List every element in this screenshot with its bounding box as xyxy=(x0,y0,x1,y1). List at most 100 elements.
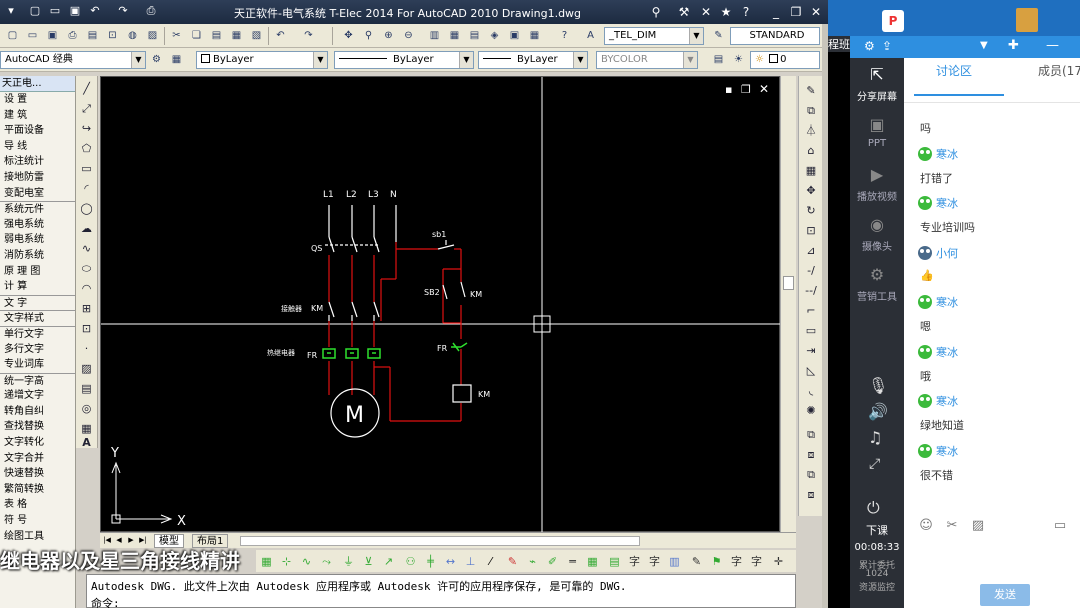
menu-item[interactable]: 文字样式 xyxy=(0,310,75,326)
viewport-close-icon[interactable]: ✕ xyxy=(759,82,769,96)
paste-icon[interactable]: ▤ xyxy=(208,27,225,44)
polygon-icon[interactable]: ⬠ xyxy=(78,140,95,157)
plotstyle-select[interactable]: BYCOLOR ▼ xyxy=(596,51,698,69)
point-icon[interactable]: · xyxy=(78,340,95,357)
menu-item[interactable]: 单行文字 xyxy=(0,325,75,342)
offset-icon[interactable]: ⌂ xyxy=(802,142,820,159)
music-icon[interactable]: ♫ xyxy=(868,428,882,447)
class-tool-1[interactable]: ▣ PPT xyxy=(850,114,904,149)
redo-toolbar-icon[interactable]: ↷ xyxy=(300,27,317,44)
menu-item[interactable]: 文 字 xyxy=(0,294,75,311)
menu-item[interactable]: 导 线 xyxy=(0,139,75,155)
break-icon[interactable]: ▭ xyxy=(802,322,820,339)
ellipse-arc-icon[interactable]: ◠ xyxy=(78,280,95,297)
scissors-icon[interactable]: ✂ xyxy=(944,518,960,534)
app-menu-icon[interactable]: ▾ xyxy=(4,4,18,18)
trim-icon[interactable]: -/ xyxy=(802,262,820,279)
gear-icon[interactable]: ⚙ xyxy=(864,39,875,53)
favorites-icon[interactable]: ★ xyxy=(718,4,734,20)
close-window-icon[interactable]: ✕ xyxy=(808,4,824,20)
erase-icon[interactable]: ✎ xyxy=(802,82,820,99)
insert-block-icon[interactable]: ⊞ xyxy=(78,300,95,317)
cross-tool-icon[interactable]: ✛ xyxy=(770,553,787,570)
dimstyle-manager-icon[interactable]: ✎ xyxy=(710,27,727,44)
menu-item[interactable]: 消防系统 xyxy=(0,248,75,264)
pan-icon[interactable]: ✥ xyxy=(340,27,357,44)
polyline-icon[interactable]: ↪ xyxy=(78,120,95,137)
fullscreen-icon[interactable]: ⤢ xyxy=(869,456,880,472)
mirror-icon[interactable]: ⏃ xyxy=(802,122,820,139)
chamfer-icon[interactable]: ◺ xyxy=(802,362,820,379)
copy-icon[interactable]: ❏ xyxy=(188,27,205,44)
arc-icon[interactable]: ◜ xyxy=(78,180,95,197)
open-file-icon[interactable]: ▭ xyxy=(48,4,62,18)
linetype-select[interactable]: ByLayer ▼ xyxy=(334,51,474,69)
properties-icon[interactable]: ▥ xyxy=(426,27,443,44)
undo-icon[interactable]: ↶ xyxy=(88,4,102,18)
publish-icon[interactable]: ⊡ xyxy=(104,27,121,44)
drawing-canvas[interactable]: ▪ ❐ ✕ L1 L2 L3 N M sb1 SB2 KM KM FR QS 接… xyxy=(100,76,781,533)
tab-members[interactable]: 成员(17 xyxy=(1038,62,1080,79)
zoom-realtime-icon[interactable]: ⚲ xyxy=(360,27,377,44)
gradient-icon[interactable]: ▤ xyxy=(78,380,95,397)
menu-item[interactable]: 变配电室 xyxy=(0,186,75,202)
sheet-set-icon[interactable]: ◈ xyxy=(486,27,503,44)
menu-item[interactable]: 建 筑 xyxy=(0,108,75,124)
cable-tool-icon[interactable]: ⌁ xyxy=(524,553,541,570)
region-icon[interactable]: ◎ xyxy=(78,400,95,417)
ellipse-icon[interactable]: ⬭ xyxy=(78,260,95,277)
menu-item[interactable]: 转角自纠 xyxy=(0,404,75,420)
restore-icon[interactable]: ❐ xyxy=(788,4,804,20)
grid-tool-icon[interactable]: ▦ xyxy=(258,553,275,570)
help-toolbar-icon[interactable]: ? xyxy=(556,27,573,44)
class-tool-2[interactable]: ▶ 播放视频 xyxy=(850,164,904,203)
text-tool-icon[interactable]: 字 xyxy=(626,553,643,570)
array-icon[interactable]: ▦ xyxy=(802,162,820,179)
menu-item[interactable]: 快速替换 xyxy=(0,466,75,482)
end-class-icon[interactable]: ⏻ xyxy=(867,498,880,518)
menu-item[interactable]: 原 理 图 xyxy=(0,264,75,280)
menu-item[interactable]: 文字合并 xyxy=(0,451,75,467)
bring-front-icon[interactable]: ⧉ xyxy=(802,466,820,483)
send-button[interactable]: 发送 xyxy=(980,584,1030,606)
emoji-icon[interactable]: ☺ xyxy=(918,518,934,534)
make-block-icon[interactable]: ⊡ xyxy=(78,320,95,337)
rotate-icon[interactable]: ↻ xyxy=(802,202,820,219)
draw-order-icon[interactable]: ⧉ xyxy=(802,426,820,443)
layer-select[interactable]: ☼ 0 xyxy=(750,51,820,69)
dropdown-icon[interactable]: ▼ xyxy=(980,40,988,51)
zoom-window-icon[interactable]: ⊕ xyxy=(380,27,397,44)
symbol-tool-icon[interactable]: ⚑ xyxy=(708,553,725,570)
menu-item[interactable]: 设 置 xyxy=(0,92,75,108)
menu-item[interactable]: 多行文字 xyxy=(0,342,75,358)
horizontal-scrollbar[interactable] xyxy=(240,536,640,546)
circle-icon[interactable]: ◯ xyxy=(78,200,95,217)
workspace-select[interactable]: AutoCAD 经典 ▼ xyxy=(0,51,146,69)
mark-tool-icon[interactable]: ⊥ xyxy=(462,553,479,570)
extend-icon[interactable]: --/ xyxy=(802,282,820,299)
arrow-tool-icon[interactable]: ↗ xyxy=(380,553,397,570)
vertical-scrollbar[interactable] xyxy=(780,76,796,532)
message-user[interactable]: 寒冰 xyxy=(918,294,958,310)
menu-item[interactable]: 递增文字 xyxy=(0,388,75,404)
tools-icon[interactable]: ⚒ xyxy=(676,4,692,20)
lines-tool-icon[interactable]: ═ xyxy=(564,553,581,570)
menu-item[interactable]: 强电系统 xyxy=(0,217,75,233)
menu-item[interactable]: 文字转化 xyxy=(0,435,75,451)
print-icon[interactable]: ⎙ xyxy=(144,4,158,18)
move-icon[interactable]: ✥ xyxy=(802,182,820,199)
menu-item[interactable]: 符 号 xyxy=(0,513,75,529)
end-class-button[interactable]: 下课 xyxy=(850,522,904,538)
message-icon[interactable]: ▭ xyxy=(1052,518,1068,534)
join-icon[interactable]: ⇥ xyxy=(802,342,820,359)
pin-icon[interactable]: ✚ xyxy=(1008,38,1019,53)
microphone-icon[interactable]: 🎙 xyxy=(868,376,888,395)
menu-item[interactable]: 接地防雷 xyxy=(0,170,75,186)
plot-preview-icon[interactable]: ▤ xyxy=(84,27,101,44)
menu-item[interactable]: 统一字高 xyxy=(0,372,75,389)
viewport-minimize-icon[interactable]: ▪ xyxy=(725,83,732,96)
markup-icon[interactable]: ▣ xyxy=(506,27,523,44)
new-icon[interactable]: ▢ xyxy=(4,27,21,44)
scale-icon[interactable]: ⊡ xyxy=(802,222,820,239)
dim-tool-icon[interactable]: ↔ xyxy=(442,553,459,570)
